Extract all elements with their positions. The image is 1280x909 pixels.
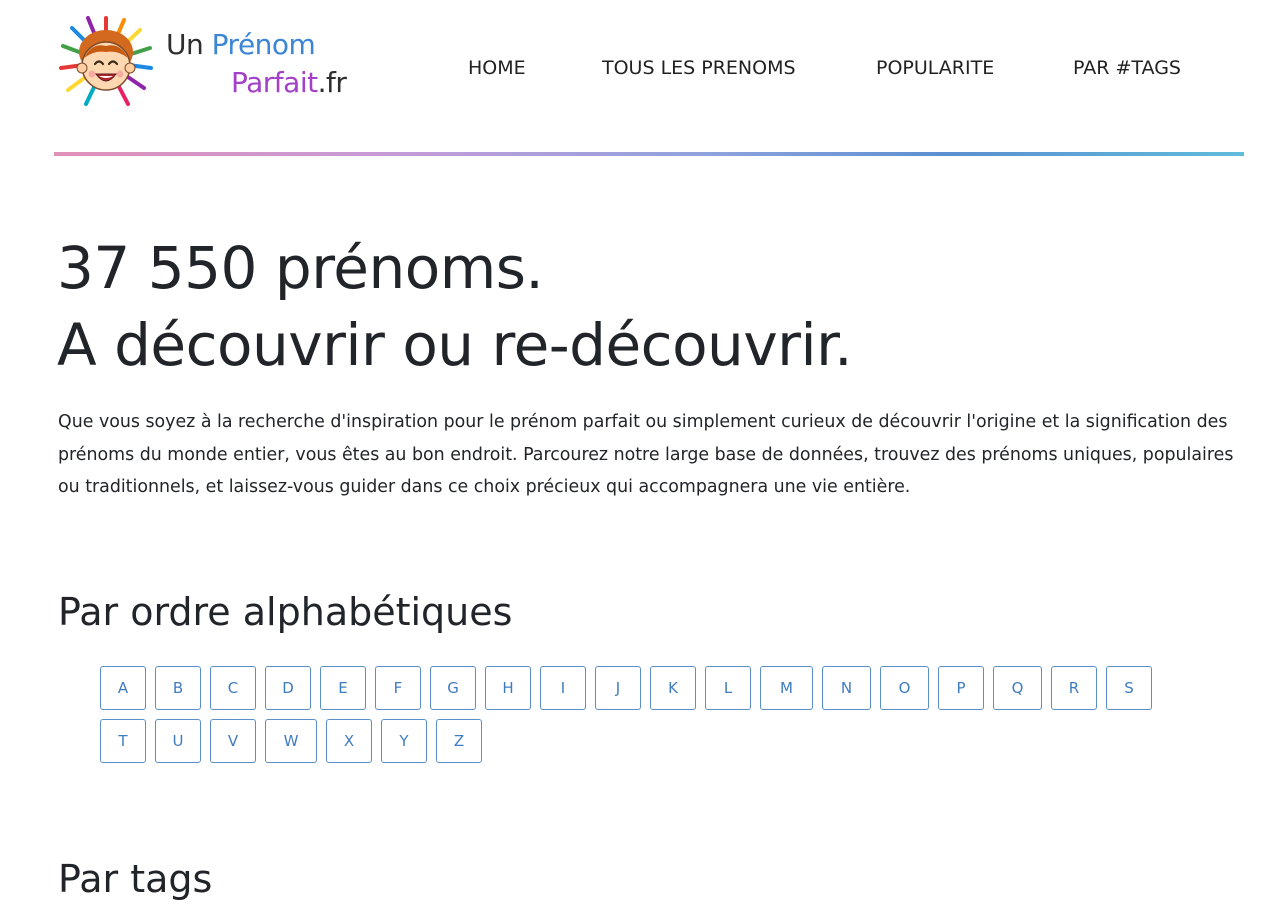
intro-paragraph: Que vous soyez à la recherche d'inspirat… (58, 412, 1234, 497)
hero-title-line-1: 37 550 prénoms. (57, 234, 544, 302)
letter-button-j[interactable]: J (595, 666, 641, 710)
letter-button-o[interactable]: O (880, 666, 929, 710)
letter-button-a[interactable]: A (100, 666, 146, 710)
letter-button-e[interactable]: E (320, 666, 366, 710)
hero-title: 37 550 prénoms. A découvrir ou re-découv… (57, 230, 853, 384)
header-divider (54, 152, 1244, 156)
letter-button-n[interactable]: N (822, 666, 871, 710)
site-header: Un Prénom Parfait.fr HOME TOUS LES PRENO… (54, 0, 1244, 152)
letter-button-l[interactable]: L (705, 666, 751, 710)
main-nav: HOME TOUS LES PRENOMS POPULARITE PAR #TA… (54, 56, 1244, 80)
alphabet-section-title: Par ordre alphabétiques (58, 590, 513, 634)
letter-button-q[interactable]: Q (993, 666, 1042, 710)
letter-button-c[interactable]: C (210, 666, 256, 710)
nav-tous-les-prenoms[interactable]: TOUS LES PRENOMS (602, 56, 796, 80)
letter-button-h[interactable]: H (485, 666, 531, 710)
letter-button-g[interactable]: G (430, 666, 476, 710)
letter-button-k[interactable]: K (650, 666, 696, 710)
letters-row-1: ABCDEFGHIJKLMNOPQRS (100, 666, 1160, 710)
letter-button-b[interactable]: B (155, 666, 201, 710)
letter-button-y[interactable]: Y (381, 719, 427, 763)
nav-home[interactable]: HOME (468, 56, 526, 80)
letter-button-w[interactable]: W (265, 719, 317, 763)
letter-button-i[interactable]: I (540, 666, 586, 710)
letter-button-r[interactable]: R (1051, 666, 1097, 710)
tags-section-title: Par tags (58, 857, 213, 901)
letter-button-u[interactable]: U (155, 719, 201, 763)
letter-button-t[interactable]: T (100, 719, 146, 763)
letter-button-p[interactable]: P (938, 666, 984, 710)
letter-button-z[interactable]: Z (436, 719, 482, 763)
letter-button-x[interactable]: X (326, 719, 372, 763)
letter-button-d[interactable]: D (265, 666, 311, 710)
letter-button-f[interactable]: F (375, 666, 421, 710)
nav-popularite[interactable]: POPULARITE (876, 56, 994, 80)
page: Un Prénom Parfait.fr HOME TOUS LES PRENO… (0, 0, 1280, 909)
letter-button-s[interactable]: S (1106, 666, 1152, 710)
hero-title-line-2: A découvrir ou re-découvrir. (57, 311, 853, 379)
letter-button-v[interactable]: V (210, 719, 256, 763)
alphabet-letters: ABCDEFGHIJKLMNOPQRS TUVWXYZ (100, 666, 1160, 772)
nav-par-tags[interactable]: PAR #TAGS (1073, 56, 1181, 80)
letter-button-m[interactable]: M (760, 666, 813, 710)
letters-row-2: TUVWXYZ (100, 719, 1160, 763)
